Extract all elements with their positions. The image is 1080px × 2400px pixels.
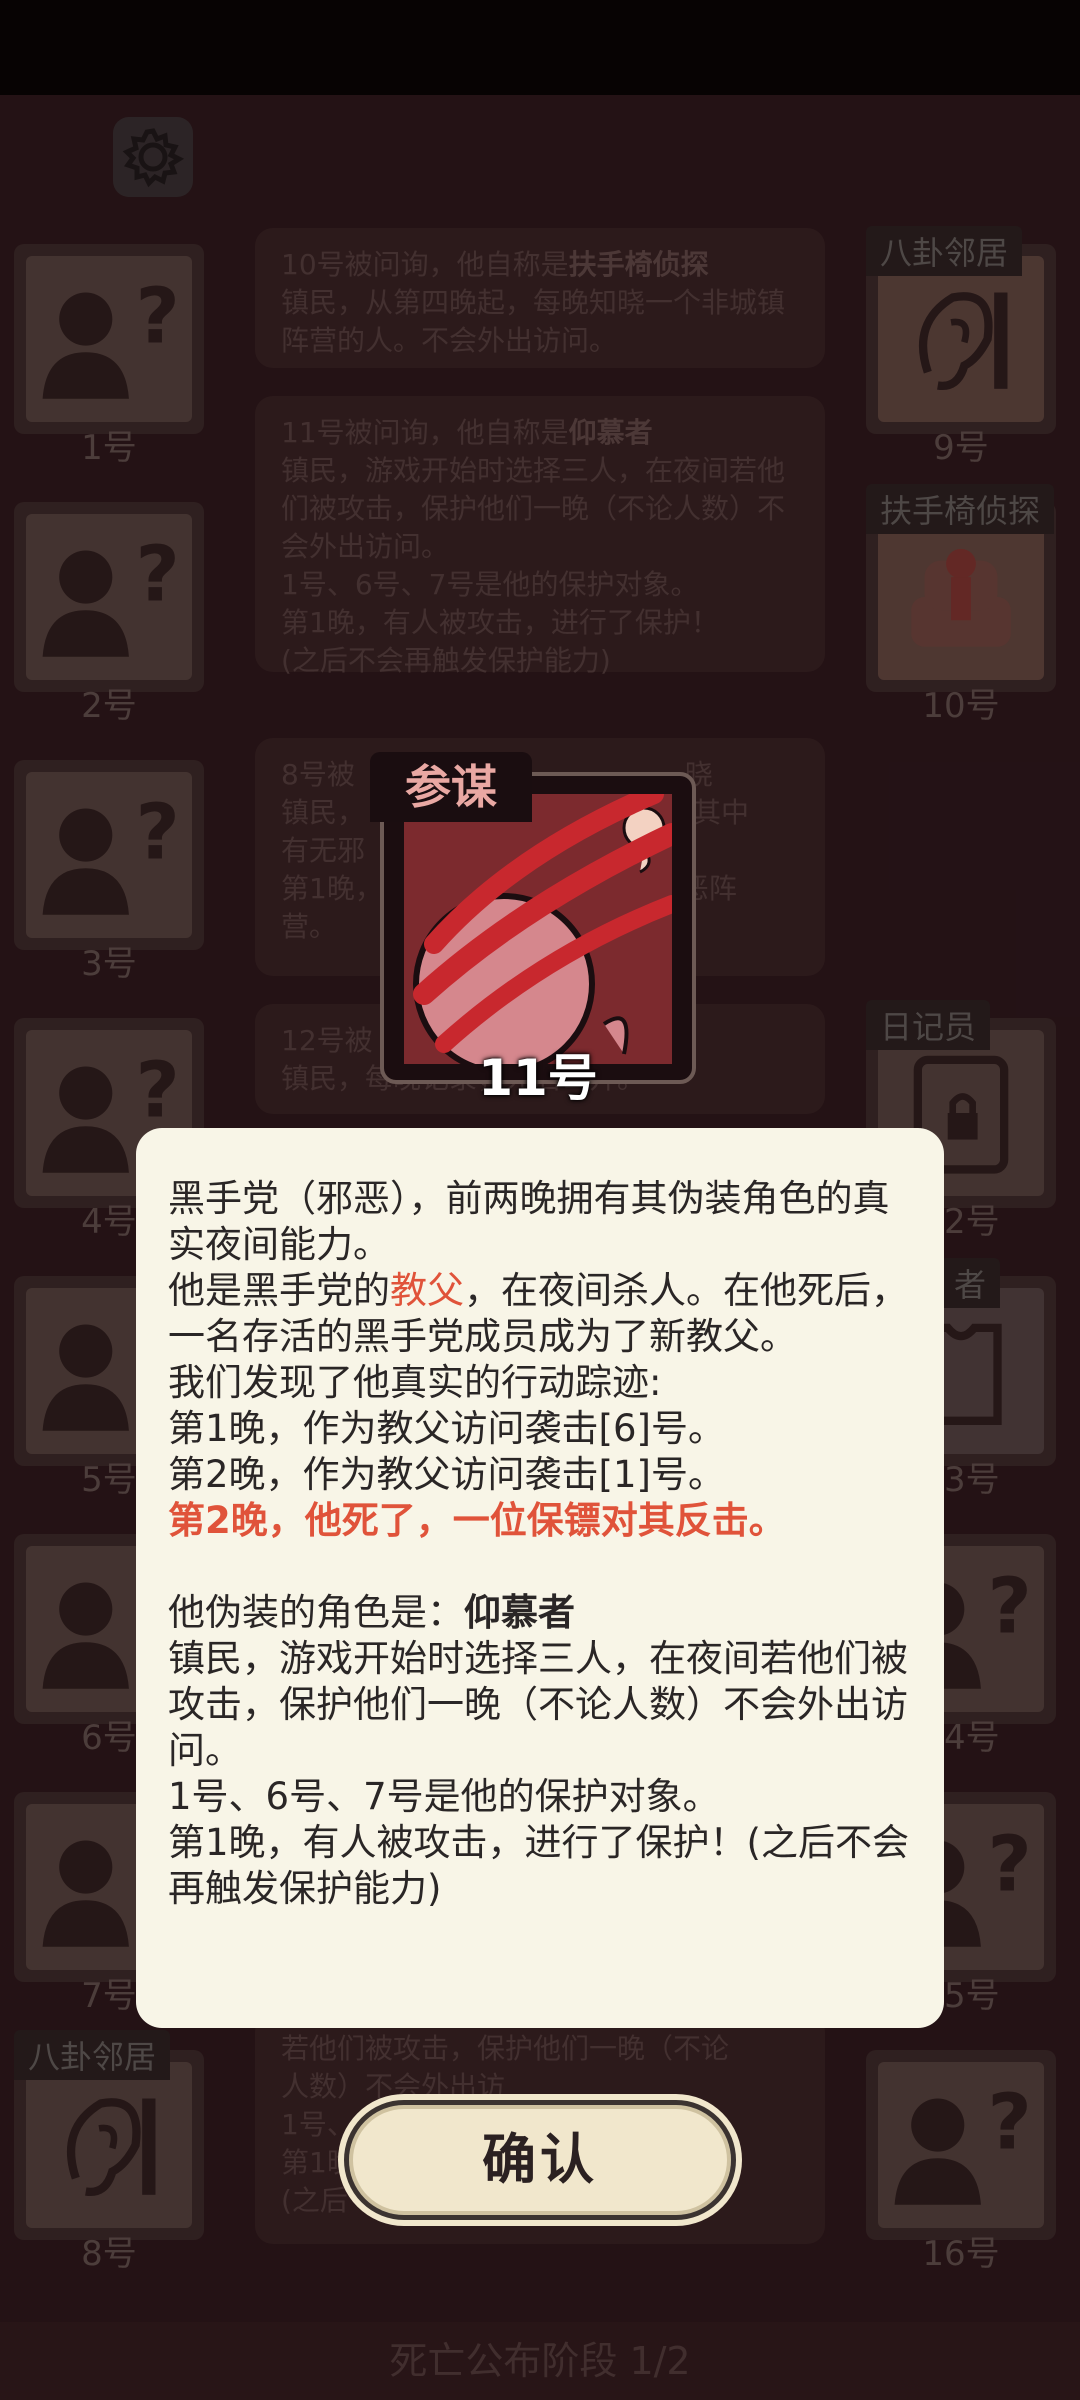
- dialog-protect-night1: 第1晚，有人被攻击，进行了保护！(之后不会再触发保护能力): [168, 1821, 909, 1910]
- dialog-role-line: 他是黑手党的教父，在夜间杀人。在他死后，一名存活的黑手党成员成为了新教父。: [168, 1268, 912, 1360]
- killed-player-icon: [404, 794, 672, 1064]
- dialog-night1: 第1晚，作为教父访问袭击[6]号。: [168, 1407, 725, 1450]
- dialog-disguise-pre: 他伪装的角色是：: [168, 1591, 464, 1634]
- dialog-faction: 黑手党（邪恶），前两晚拥有其伪装角色的真实夜间能力。: [168, 1177, 890, 1266]
- dialog-protect-targets: 1号、6号、7号是他的保护对象。: [168, 1775, 720, 1818]
- role-card-player-number: 11号: [478, 1049, 598, 1107]
- dialog-trace-heading: 我们发现了他真实的行动踪迹:: [168, 1361, 662, 1404]
- dialog-role-pre: 他是黑手党的: [168, 1269, 390, 1312]
- role-card-art: [404, 794, 672, 1064]
- reveal-dialog: 黑手党（邪恶），前两晚拥有其伪装角色的真实夜间能力。 他是黑手党的教父，在夜间杀…: [136, 1128, 944, 2028]
- dialog-disguise-desc: 镇民，游戏开始时选择三人，在夜间若他们被攻击，保护他们一晚（不论人数）不会外出访…: [168, 1637, 908, 1772]
- dialog-disguise-line: 他伪装的角色是：仰慕者: [168, 1590, 912, 1636]
- dialog-disguise-role: 仰慕者: [464, 1591, 575, 1634]
- dialog-role-highlight: 教父: [390, 1269, 464, 1312]
- dialog-death-line: 第2晚，他死了，一位保镖对其反击。: [168, 1499, 786, 1542]
- dialog-night2: 第2晚，作为教父访问袭击[1]号。: [168, 1453, 725, 1496]
- role-card-tag: 参谋: [370, 752, 532, 822]
- confirm-button[interactable]: 确认: [344, 2100, 736, 2220]
